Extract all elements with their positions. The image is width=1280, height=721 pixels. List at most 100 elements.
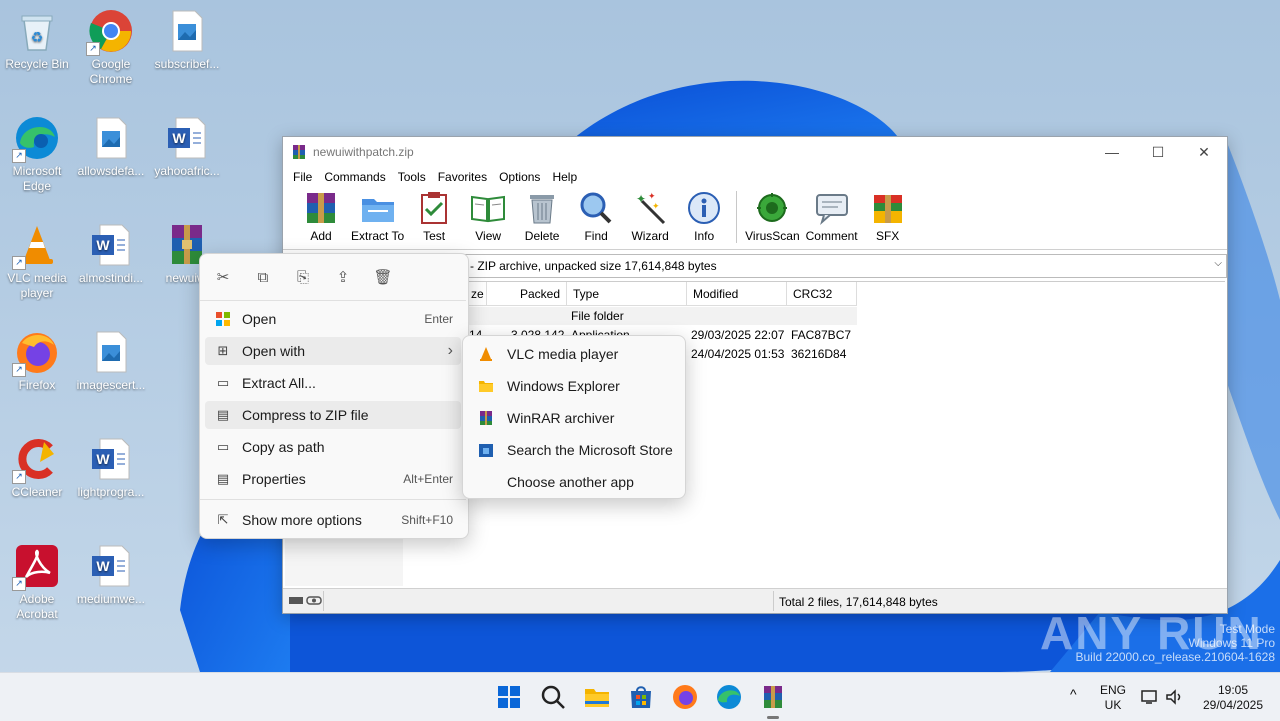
submenu-item-winrar[interactable]: WinRAR archiver [468,404,680,432]
toolbar-view-button[interactable]: View [464,187,512,243]
drive-icon[interactable] [289,595,323,607]
status-divider [323,591,324,611]
desktop-icon-subscribef[interactable]: subscribef... [150,8,224,72]
start-icon[interactable] [495,683,523,711]
column-header-crc32[interactable]: CRC32 [787,282,857,306]
toolbar-test-button[interactable]: Test [410,187,458,243]
search-icon[interactable] [539,683,567,711]
minimize-button[interactable]: — [1089,137,1135,167]
menu-help[interactable]: Help [546,170,583,184]
vlc-icon: ↗ [12,222,60,270]
file-explorer-icon[interactable] [583,683,611,711]
desktop-icon-label: almostindi... [78,271,144,285]
toolbar-label: Extract To [351,229,405,243]
acrobat-icon: ↗ [12,543,60,591]
delete-icon[interactable]: 🗑 [372,266,394,288]
test-icon [421,192,448,224]
maximize-button[interactable]: ☐ [1135,137,1181,167]
desktop-icon-almostindi[interactable]: W almostindi... [74,222,148,286]
toolbar-label: Find [584,229,608,243]
svg-text:✦: ✦ [648,191,656,201]
submenu-item-microsoft-store[interactable]: Search the Microsoft Store [468,436,680,464]
sfx-icon [873,195,902,223]
desktop-icon-recycle-bin[interactable]: ♻ Recycle Bin [0,8,74,72]
close-button[interactable]: ✕ [1181,137,1227,167]
desktop-icon-lightprogra[interactable]: W lightprogra... [74,436,148,500]
menu-item-show-more-options[interactable]: ⇱ Show more options Shift+F10 [205,506,461,534]
column-header-packed[interactable]: Packed [487,282,567,306]
winrar-icon [480,411,492,425]
tray-chevron-icon[interactable]: ^ [1070,687,1077,702]
volume-icon[interactable] [1165,689,1183,705]
archive-path-text: - ZIP archive, unpacked size 17,614,848 … [470,259,717,273]
active-app-indicator [767,716,779,719]
copy-icon[interactable]: ⧉ [252,266,274,288]
menu-options[interactable]: Options [493,170,546,184]
shortcut-arrow-icon: ↗ [12,363,26,377]
desktop-icon-mediumwe[interactable]: W mediumwe... [74,543,148,607]
toolbar-info-button[interactable]: Info [680,187,728,243]
firefox-icon[interactable] [671,683,699,711]
chevron-down-icon[interactable]: ⌵ [1214,258,1222,269]
clock[interactable]: 19:05 29/04/2025 [1196,683,1270,713]
toolbar-delete-button[interactable]: Delete [518,187,566,243]
open-with-icon: ⊞ [217,343,229,358]
toolbar-virusscan-button[interactable]: VirusScan [745,187,800,243]
share-icon[interactable]: ⇪ [332,266,354,288]
menu-item-open[interactable]: Open Enter [205,305,461,333]
submenu-item-label: WinRAR archiver [507,410,615,426]
desktop-icon-vlc-media-player[interactable]: ↗ VLC media player [0,222,74,301]
column-header-modified[interactable]: Modified [687,282,787,306]
menu-commands[interactable]: Commands [318,170,391,184]
toolbar: Add Extract To Test View Delete Find ✦ ✦ ✦… [283,187,1227,250]
desktop-icon-allowsdefa[interactable]: allowsdefa... [74,115,148,179]
menu-item-extract-all[interactable]: ▭ Extract All... [205,369,461,397]
menu-item-open-with[interactable]: ⊞ Open with › [205,337,461,365]
cut-icon[interactable]: ✂ [212,266,234,288]
svg-text:W: W [96,237,110,253]
ccleaner-icon: ↗ [12,436,60,484]
submenu-item-vlc[interactable]: VLC media player [468,340,680,368]
rename-icon[interactable]: ⎘ [292,266,314,288]
clock-date: 29/04/2025 [1202,698,1264,712]
submenu-item-choose-another-app[interactable]: Choose another app [468,468,680,496]
toolbar-find-button[interactable]: Find [572,187,620,243]
menu-favorites[interactable]: Favorites [432,170,493,184]
desktop-icon-ccleaner[interactable]: ↗ CCleaner [0,436,74,500]
edge-icon[interactable] [715,683,743,711]
network-icon[interactable] [1141,689,1159,705]
submenu-item-label: VLC media player [507,346,619,362]
image-file-icon [164,8,210,54]
toolbar-comment-button[interactable]: Comment [806,187,858,243]
toolbar-extract-to-button[interactable]: Extract To [351,187,404,243]
cell-crc: 36216D84 [791,347,847,361]
title-bar[interactable]: newuiwithpatch.zip — ☐ ✕ [283,137,1227,167]
toolbar-sfx-button[interactable]: SFX [864,187,912,243]
toolbar-add-button[interactable]: Add [297,187,345,243]
desktop-icon-firefox[interactable]: ↗ Firefox [0,329,74,393]
desktop-icon-microsoft-edge[interactable]: ↗ Microsoft Edge [0,115,74,194]
desktop-icon-label: Recycle Bin [5,57,69,71]
submenu-item-windows-explorer[interactable]: Windows Explorer [468,372,680,400]
desktop-icon-google-chrome[interactable]: ↗ Google Chrome [74,8,148,87]
desktop-icon-label: yahooafric... [154,164,220,178]
menu-tools[interactable]: Tools [392,170,432,184]
menu-item-properties[interactable]: ▤ Properties Alt+Enter [205,465,461,493]
winrar-taskbar-icon[interactable] [759,683,787,711]
table-row[interactable]: File folder [465,307,857,325]
desktop-icon-adobe-acrobat[interactable]: ↗ Adobe Acrobat [0,543,74,622]
column-header-type[interactable]: Type [567,282,687,306]
language-indicator[interactable]: ENG UK [1096,683,1130,713]
microsoft-store-icon[interactable] [627,683,655,711]
menu-item-copy-as-path[interactable]: ▭ Copy as path [205,433,461,461]
desktop-icon-yahooafric[interactable]: W yahooafric... [150,115,224,179]
menu-item-compress-zip[interactable]: ▤ Compress to ZIP file [205,401,461,429]
copy-path-icon: ▭ [216,439,230,454]
submenu-item-label: Windows Explorer [507,378,620,394]
desktop-icon-imagescert[interactable]: imagescert... [74,329,148,393]
folder-icon [479,381,493,392]
submenu-item-label: Search the Microsoft Store [507,442,673,458]
language-code: ENG [1099,683,1126,697]
toolbar-wizard-button[interactable]: ✦ ✦ ✦ Wizard [626,187,674,243]
menu-file[interactable]: File [287,170,318,184]
